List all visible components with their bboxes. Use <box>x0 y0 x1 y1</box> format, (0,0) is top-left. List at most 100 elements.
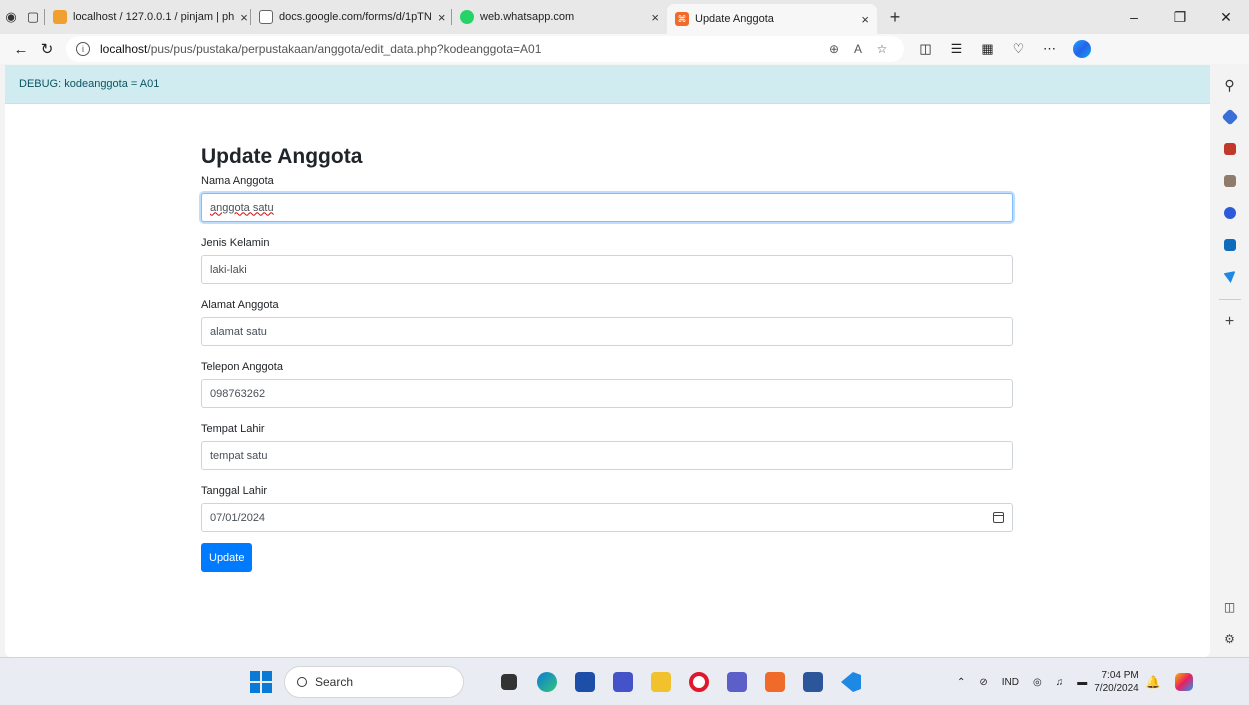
site-info-icon[interactable]: i <box>76 42 90 56</box>
send-icon[interactable] <box>1210 261 1249 293</box>
clock-time: 7:04 PM <box>1101 670 1139 681</box>
page-viewport: DEBUG: kodeanggota = A01 Update Anggota … <box>5 65 1210 657</box>
opera-icon[interactable] <box>680 666 718 698</box>
taskbar: Search ⌃ ⊘ IND ◎ ♫ ▬ 7:04 PM 7/20/2024 🔔 <box>0 657 1249 705</box>
outlook-icon[interactable] <box>1210 229 1249 261</box>
page-title: Update Anggota <box>201 145 363 168</box>
calendar-icon[interactable] <box>993 512 1004 523</box>
clock-date: 7/20/2024 <box>1094 683 1139 694</box>
tools-icon[interactable] <box>1210 133 1249 165</box>
page-icon <box>259 10 273 24</box>
chevron-up-icon[interactable]: ⌃ <box>957 677 965 688</box>
favorites-icon[interactable]: ☰ <box>941 41 972 57</box>
taskbar-search[interactable]: Search <box>284 666 464 698</box>
close-icon[interactable]: × <box>645 10 659 25</box>
add-icon[interactable]: + <box>1210 306 1249 338</box>
restore-icon[interactable]: ❐ <box>1157 9 1203 26</box>
minimize-icon[interactable]: – <box>1111 9 1157 26</box>
search-icon[interactable]: ⚲ <box>1210 69 1249 101</box>
address-bar[interactable]: i localhost /pus/pus/pustaka/perpustakaa… <box>66 36 904 62</box>
windows-start-icon[interactable] <box>250 671 272 693</box>
vscode-icon[interactable] <box>832 666 870 698</box>
tab-whatsapp[interactable]: web.whatsapp.com × <box>452 4 667 30</box>
word-icon[interactable] <box>794 666 832 698</box>
clock[interactable]: 7:04 PM 7/20/2024 <box>1094 669 1139 695</box>
split-screen-icon[interactable]: ◫ <box>910 41 941 57</box>
collections-icon[interactable]: ▦ <box>972 41 1003 57</box>
shopping-icon[interactable] <box>1210 101 1249 133</box>
favorite-star-icon[interactable]: ☆ <box>870 42 894 56</box>
teams-icon[interactable] <box>718 666 756 698</box>
games-icon[interactable] <box>1210 165 1249 197</box>
copilot-taskbar-icon[interactable] <box>1174 673 1193 691</box>
input-value: 07/01/2024 <box>210 511 266 524</box>
url-path: /pus/pus/pustaka/perpustakaan/anggota/ed… <box>147 42 542 56</box>
store-icon[interactable] <box>566 666 604 698</box>
network-icon[interactable]: ◎ <box>1033 677 1042 688</box>
microsoft-365-icon[interactable] <box>1210 197 1249 229</box>
tab-google-forms[interactable]: docs.google.com/forms/d/1pTN × <box>251 4 451 30</box>
tempat-lahir-input[interactable]: tempat satu <box>201 441 1013 470</box>
tab-phpmyadmin[interactable]: localhost / 127.0.0.1 / pinjam | ph × <box>45 4 250 30</box>
debug-alert: DEBUG: kodeanggota = A01 <box>5 65 1210 104</box>
close-icon[interactable]: × <box>234 10 248 25</box>
volume-icon[interactable]: ♫ <box>1056 677 1064 688</box>
window-controls: – ❐ ✕ <box>1111 9 1249 26</box>
notification-bell-icon[interactable]: 🔔 <box>1146 675 1161 689</box>
url-host: localhost <box>100 42 148 56</box>
update-form: Update Anggota Nama Anggota anggota satu… <box>201 145 1013 572</box>
label-telepon-anggota: Telepon Anggota <box>201 361 283 373</box>
label-tanggal-lahir: Tanggal Lahir <box>201 485 268 497</box>
edge-sidebar: ⚲ + ◫ ⚙ <box>1210 65 1249 657</box>
input-value: 098763262 <box>210 387 266 400</box>
input-value: anggota satu <box>210 201 274 214</box>
toolbar: ◫ ☰ ▦ ♡ ⋯ <box>910 41 1065 57</box>
browser-essentials-icon[interactable]: ♡ <box>1003 41 1034 57</box>
read-aloud-icon[interactable]: A <box>846 42 870 56</box>
sidebar-divider <box>1218 299 1241 300</box>
input-value: alamat satu <box>210 325 267 338</box>
tab-bar: ◉ ▢ localhost / 127.0.0.1 / pinjam | ph … <box>0 0 1249 34</box>
tanggal-lahir-input[interactable]: 07/01/2024 <box>201 503 1013 532</box>
input-language[interactable]: IND <box>1002 677 1019 688</box>
whatsapp-icon <box>460 10 474 24</box>
xampp-icon: ⌘ <box>675 12 689 26</box>
task-view-icon[interactable] <box>490 666 528 698</box>
new-tab-button[interactable]: + <box>883 7 907 28</box>
file-explorer-icon[interactable] <box>642 666 680 698</box>
telepon-anggota-input[interactable]: 098763262 <box>201 379 1013 408</box>
copilot-icon[interactable] <box>1073 40 1091 58</box>
label-nama-anggota: Nama Anggota <box>201 175 274 187</box>
tab-actions-icon[interactable]: ▢ <box>22 6 44 28</box>
settings-icon[interactable]: ⚙ <box>1210 623 1249 655</box>
tab-title: Update Anggota <box>695 13 774 25</box>
close-icon[interactable]: × <box>432 10 446 25</box>
zoom-icon[interactable]: ⊕ <box>822 42 846 56</box>
hide-sidebar-icon[interactable]: ◫ <box>1210 591 1249 623</box>
jenis-kelamin-input[interactable]: laki-laki <box>201 255 1013 284</box>
refresh-icon[interactable]: ↻ <box>34 40 60 58</box>
edge-icon[interactable] <box>528 666 566 698</box>
location-off-icon[interactable]: ⊘ <box>979 677 987 688</box>
phpmyadmin-icon <box>53 10 67 24</box>
taskbar-apps <box>490 666 870 698</box>
label-tempat-lahir: Tempat Lahir <box>201 423 265 435</box>
tab-title: web.whatsapp.com <box>480 11 575 23</box>
xampp-icon[interactable] <box>756 666 794 698</box>
app-m-icon[interactable] <box>604 666 642 698</box>
tab-title: docs.google.com/forms/d/1pTN <box>279 11 432 23</box>
profile-icon[interactable]: ◉ <box>0 6 22 28</box>
more-menu-icon[interactable]: ⋯ <box>1034 41 1065 57</box>
address-bar-row: ← ↻ i localhost /pus/pus/pustaka/perpust… <box>0 34 1249 64</box>
input-value: tempat satu <box>210 449 268 462</box>
close-window-icon[interactable]: ✕ <box>1203 9 1249 26</box>
label-jenis-kelamin: Jenis Kelamin <box>201 237 270 249</box>
alamat-anggota-input[interactable]: alamat satu <box>201 317 1013 346</box>
back-icon[interactable]: ← <box>8 41 34 58</box>
tab-update-anggota[interactable]: ⌘ Update Anggota × <box>667 4 877 34</box>
close-icon[interactable]: × <box>855 12 869 27</box>
search-icon <box>297 677 307 687</box>
battery-icon[interactable]: ▬ <box>1077 677 1087 688</box>
nama-anggota-input[interactable]: anggota satu <box>201 193 1013 222</box>
update-button[interactable]: Update <box>201 543 253 572</box>
